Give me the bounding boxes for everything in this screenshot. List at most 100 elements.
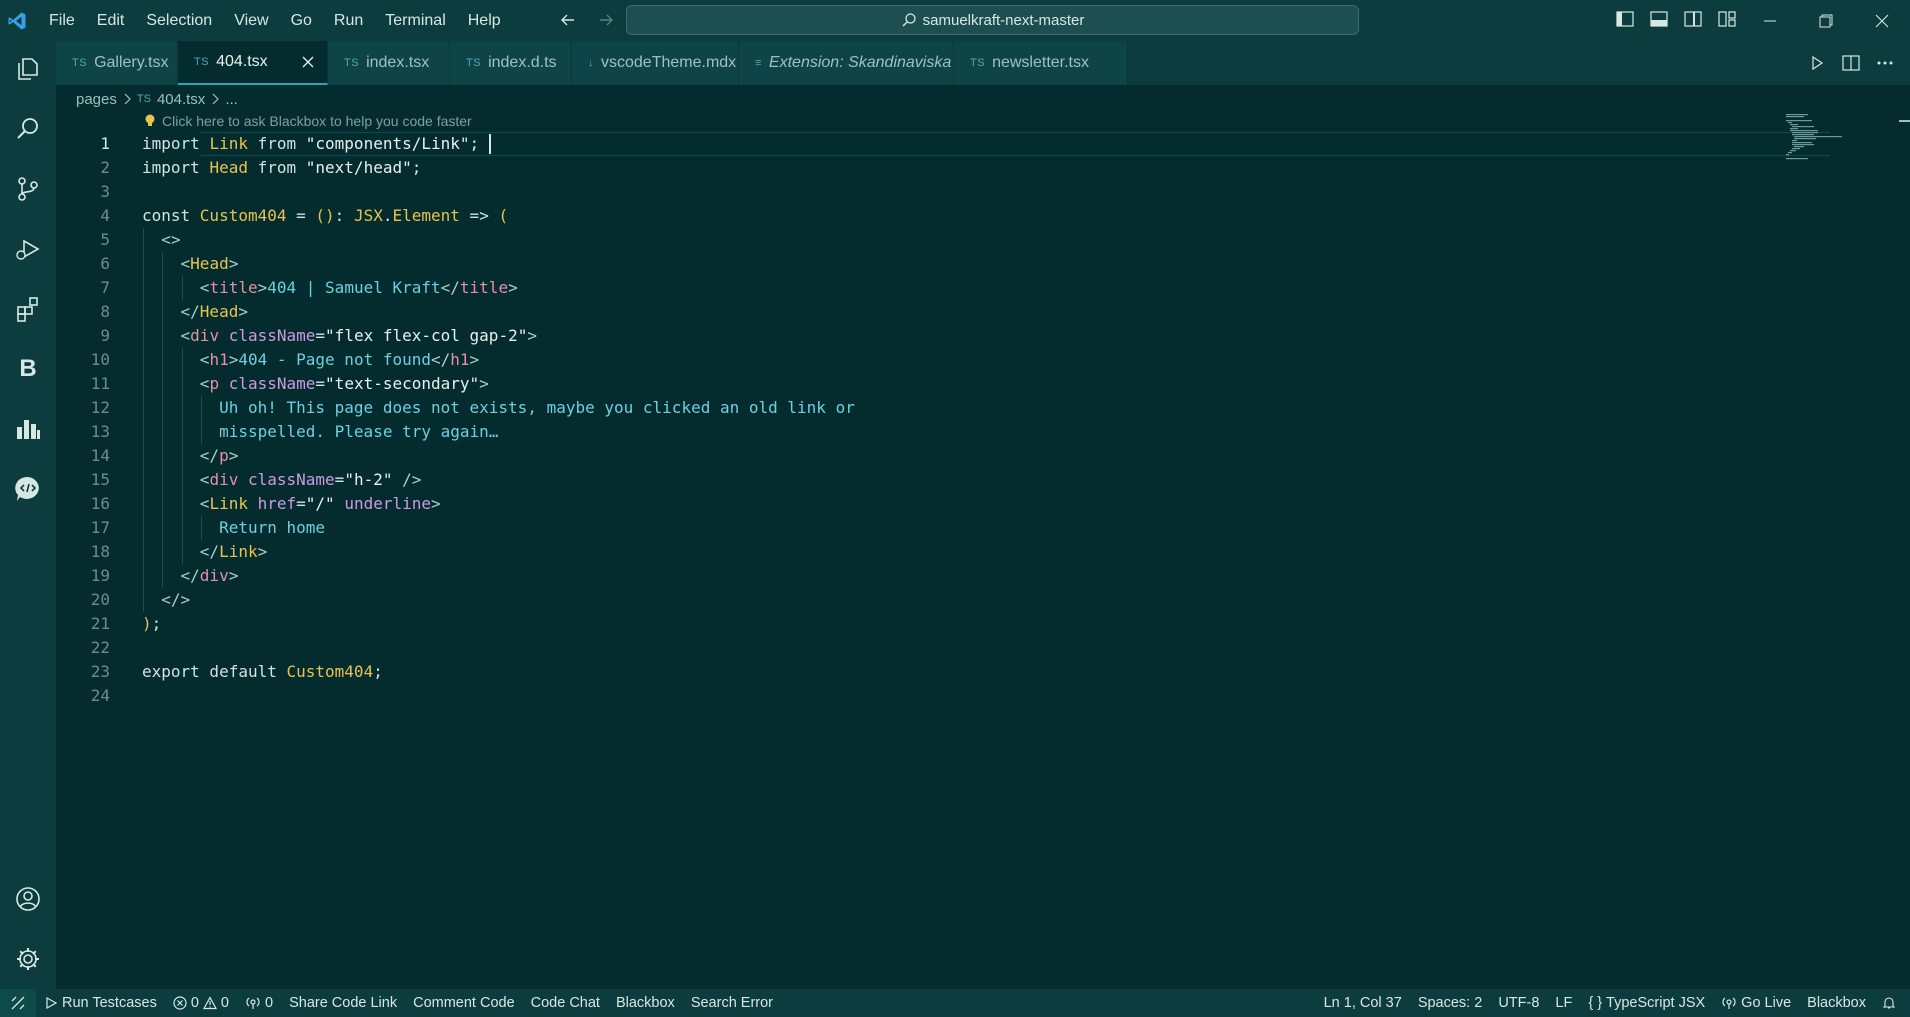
run-testcases[interactable]: Run Testcases	[36, 989, 165, 1017]
menu-view[interactable]: View	[223, 0, 279, 41]
code-token: title	[209, 278, 258, 297]
line-number: 13	[90, 422, 110, 441]
line-number: 7	[100, 278, 110, 297]
editor-tab-bar: TS Gallery.tsx TS 404.tsx TS index.tsx TS index…	[56, 41, 1910, 85]
share-code-link[interactable]: Share Code Link	[281, 989, 405, 1017]
menu-help[interactable]: Help	[457, 0, 512, 41]
blackbox-b-icon[interactable]: B	[0, 341, 56, 397]
menu-terminal[interactable]: Terminal	[374, 0, 456, 41]
code-token: =	[315, 326, 326, 345]
command-center-search[interactable]: samuelkraft-next-master	[626, 5, 1359, 35]
tab-label: index.d.ts	[488, 54, 557, 71]
code-text: );	[142, 612, 161, 636]
line-number: 3	[100, 182, 110, 201]
explorer-icon[interactable]	[0, 41, 56, 97]
code-token: 404 | Samuel Kraft	[267, 278, 441, 297]
tab-gallery-tsx[interactable]: TS Gallery.tsx	[56, 41, 178, 85]
menu-edit[interactable]: Edit	[86, 0, 136, 41]
tab-newsletter-tsx[interactable]: TS newsletter.tsx	[954, 41, 1128, 85]
problems-indicator[interactable]: 0 0	[165, 989, 237, 1017]
account-icon[interactable]	[0, 871, 56, 927]
minimap[interactable]	[1784, 112, 1864, 172]
code-token: Element	[392, 206, 460, 225]
toggle-secondary-sidebar-icon[interactable]	[1682, 8, 1704, 30]
tab-index-d-ts[interactable]: TS index.d.ts	[450, 41, 572, 85]
restore-icon[interactable]	[1798, 0, 1854, 41]
warning-count: 0	[220, 995, 229, 1011]
menu-file[interactable]: File	[38, 0, 86, 41]
cursor-position[interactable]: Ln 1, Col 37	[1316, 989, 1410, 1017]
tab-index-tsx[interactable]: TS index.tsx	[328, 41, 450, 85]
indent-guide	[181, 348, 183, 564]
forward-arrow-icon[interactable]	[594, 8, 618, 32]
settings-gear-icon[interactable]	[0, 931, 56, 987]
toggle-panel-icon[interactable]	[1648, 8, 1670, 30]
run-testcases-label: Run Testcases	[62, 995, 157, 1011]
end-of-line[interactable]: LF	[1547, 989, 1580, 1017]
search-error[interactable]: Search Error	[683, 989, 781, 1017]
remote-indicator-icon[interactable]	[0, 989, 36, 1017]
line-number: 21	[90, 614, 110, 633]
code-token: h1	[450, 350, 470, 369]
close-icon[interactable]	[299, 53, 317, 71]
code-chat[interactable]: Code Chat	[523, 989, 608, 1017]
extensions-icon[interactable]	[0, 281, 56, 337]
line-number: 24	[90, 686, 110, 705]
menu-run[interactable]: Run	[323, 0, 374, 41]
code-token: import	[142, 158, 210, 177]
menu-selection[interactable]: Selection	[135, 0, 223, 41]
file-type-icon: ≡	[755, 57, 762, 69]
run-debug-icon[interactable]	[0, 221, 56, 277]
customize-layout-icon[interactable]	[1716, 8, 1738, 30]
ports-indicator[interactable]: 0	[237, 989, 281, 1017]
indentation[interactable]: Spaces: 2	[1410, 989, 1491, 1017]
breadcrumb-folder[interactable]: pages	[76, 91, 117, 108]
search-icon[interactable]	[0, 101, 56, 157]
encoding[interactable]: UTF-8	[1490, 989, 1547, 1017]
notifications-bell-icon[interactable]	[1874, 989, 1904, 1017]
breadcrumb-file[interactable]: 404.tsx	[157, 91, 205, 108]
code-token: <	[142, 494, 210, 513]
code-token: </	[431, 350, 451, 369]
language-mode[interactable]: { } TypeScript JSX	[1580, 989, 1713, 1017]
tab-label: index.tsx	[366, 54, 430, 71]
code-token: Link	[209, 134, 248, 153]
code-chat-icon[interactable]	[0, 461, 56, 517]
breadcrumb-more[interactable]: ...	[225, 91, 238, 108]
code-token: )	[142, 614, 152, 633]
code-text: </Head>	[142, 300, 248, 324]
tab-vscodetheme-mdx[interactable]: ↓ vscodeTheme.mdx	[572, 41, 739, 85]
go-live-label: Go Live	[1741, 995, 1792, 1011]
more-actions-icon[interactable]	[1874, 52, 1896, 74]
comment-code[interactable]: Comment Code	[405, 989, 523, 1017]
line-number: 18	[90, 542, 110, 561]
toggle-primary-sidebar-icon[interactable]	[1614, 8, 1636, 30]
source-control-icon[interactable]	[0, 161, 56, 217]
tab-404-tsx[interactable]: TS 404.tsx	[178, 41, 328, 85]
split-editor-icon[interactable]	[1840, 52, 1862, 74]
file-type-icon: TS	[194, 56, 210, 68]
blackbox-status[interactable]: Blackbox	[608, 989, 683, 1017]
ports-count: 0	[265, 995, 274, 1011]
back-arrow-icon[interactable]	[556, 8, 580, 32]
code-token: Link	[209, 494, 248, 513]
tab-label: vscodeTheme.mdx	[601, 54, 737, 71]
menu-go[interactable]: Go	[280, 0, 323, 41]
code-line: 24	[56, 684, 1856, 708]
go-live[interactable]: Go Live	[1713, 989, 1799, 1017]
code-line: 3	[56, 180, 1856, 204]
indent-guide	[200, 516, 202, 540]
line-number: 11	[90, 374, 110, 393]
tab-extension-skandinaviska[interactable]: ≡ Extension: Skandinaviska	[739, 41, 954, 85]
blackbox-right[interactable]: Blackbox	[1799, 989, 1874, 1017]
tab-label: Extension: Skandinaviska	[768, 54, 952, 71]
typescript-file-icon: TS	[136, 93, 151, 105]
blackbox-hint[interactable]: Click here to ask Blackbox to help you c…	[144, 113, 472, 129]
line-number: 20	[90, 590, 110, 609]
editor-actions	[1806, 41, 1910, 85]
code-token: className	[219, 374, 316, 393]
run-play-icon[interactable]	[1806, 52, 1828, 74]
minimize-icon[interactable]	[1742, 0, 1798, 41]
close-window-icon[interactable]	[1854, 0, 1910, 41]
chart-icon[interactable]	[0, 401, 56, 457]
